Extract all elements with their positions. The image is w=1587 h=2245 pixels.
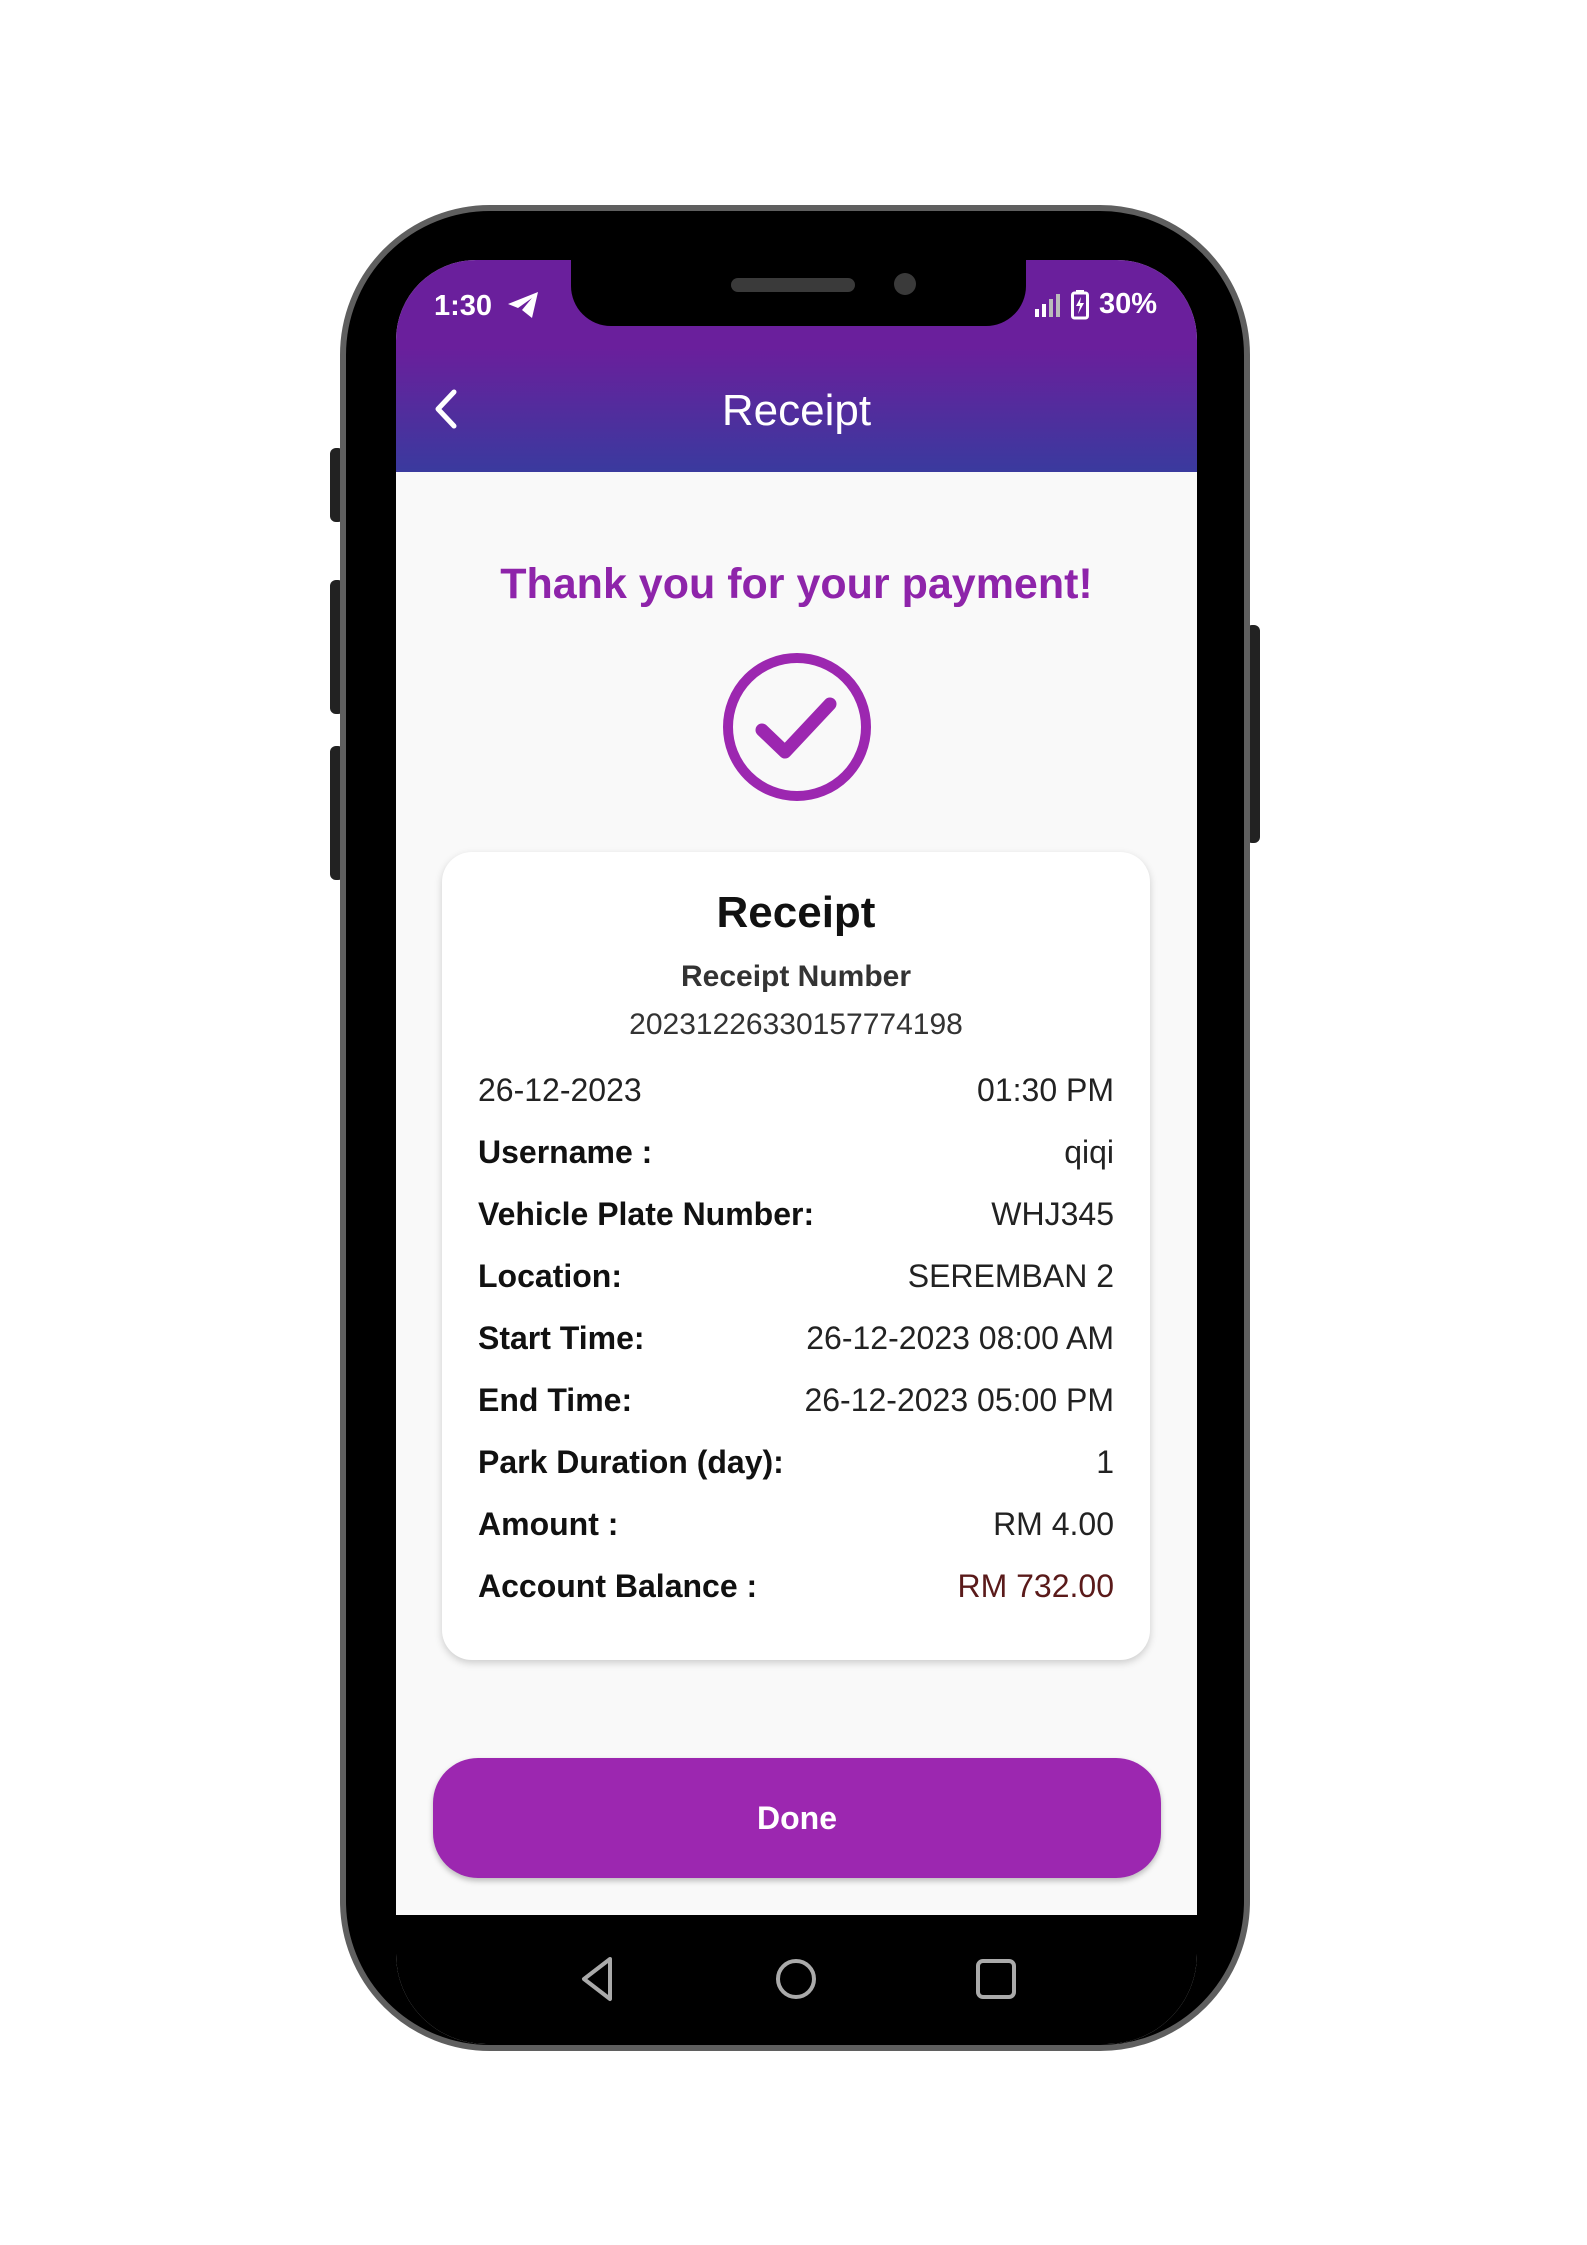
row-label: Vehicle Plate Number: bbox=[478, 1195, 815, 1232]
thanks-message: Thank you for your payment! bbox=[500, 560, 1093, 608]
receipt-datetime-row: 26-12-2023 01:30 PM bbox=[478, 1070, 1114, 1110]
row-value: RM 4.00 bbox=[993, 1505, 1114, 1542]
row-value: SEREMBAN 2 bbox=[907, 1257, 1114, 1294]
receipt-number-label: Receipt Number bbox=[680, 960, 912, 993]
status-time: 1:30 bbox=[434, 290, 493, 322]
nav-back-icon[interactable] bbox=[566, 1947, 630, 2011]
signal-icon bbox=[1034, 293, 1060, 317]
speaker bbox=[731, 278, 855, 292]
done-button[interactable]: Done bbox=[433, 1758, 1161, 1878]
receipt-time: 01:30 PM bbox=[977, 1071, 1114, 1108]
row-value: 26-12-2023 05:00 PM bbox=[804, 1381, 1114, 1418]
row-label: Park Duration (day): bbox=[478, 1443, 784, 1480]
duration-row: Park Duration (day): 1 bbox=[478, 1442, 1114, 1482]
row-value: WHJ345 bbox=[991, 1195, 1114, 1232]
row-value: RM 732.00 bbox=[957, 1567, 1114, 1604]
page-title: Receipt bbox=[721, 386, 872, 435]
plate-row: Vehicle Plate Number: WHJ345 bbox=[478, 1194, 1114, 1234]
receipt-card: Receipt Receipt Number 20231226330157774… bbox=[442, 852, 1150, 1660]
nav-recents-icon[interactable] bbox=[964, 1947, 1028, 2011]
receipt-title: Receipt bbox=[716, 888, 876, 937]
row-label: Start Time: bbox=[478, 1319, 645, 1356]
row-label: Amount : bbox=[478, 1505, 619, 1542]
check-circle-icon bbox=[723, 653, 871, 801]
status-right: 30% bbox=[1034, 288, 1157, 321]
row-value: 26-12-2023 08:00 AM bbox=[806, 1319, 1114, 1356]
location-row: Location: SEREMBAN 2 bbox=[478, 1256, 1114, 1296]
amount-row: Amount : RM 4.00 bbox=[478, 1504, 1114, 1544]
row-label: Account Balance : bbox=[478, 1567, 758, 1604]
start-time-row: Start Time: 26-12-2023 08:00 AM bbox=[478, 1318, 1114, 1358]
front-camera bbox=[894, 273, 916, 295]
row-label: Location: bbox=[478, 1257, 622, 1294]
nav-home-icon[interactable] bbox=[764, 1947, 828, 2011]
balance-row: Account Balance : RM 732.00 bbox=[478, 1566, 1114, 1606]
notch bbox=[571, 260, 1026, 326]
username-row: Username : qiqi bbox=[478, 1132, 1114, 1172]
nav-bar bbox=[396, 1915, 1197, 2044]
receipt-date: 26-12-2023 bbox=[478, 1071, 642, 1108]
row-label: End Time: bbox=[478, 1381, 633, 1418]
telegram-icon bbox=[506, 290, 540, 328]
row-label: Username : bbox=[478, 1133, 653, 1170]
end-time-row: End Time: 26-12-2023 05:00 PM bbox=[478, 1380, 1114, 1420]
receipt-number: 20231226330157774198 bbox=[629, 1008, 963, 1041]
row-value: qiqi bbox=[1064, 1133, 1114, 1170]
row-value: 1 bbox=[1096, 1443, 1114, 1480]
battery-icon bbox=[1070, 289, 1089, 319]
battery-level: 30% bbox=[1098, 288, 1157, 320]
app-bar: Receipt bbox=[396, 348, 1197, 472]
screen: 1:30 30% Receipt Thank you for your paym… bbox=[396, 260, 1197, 2044]
